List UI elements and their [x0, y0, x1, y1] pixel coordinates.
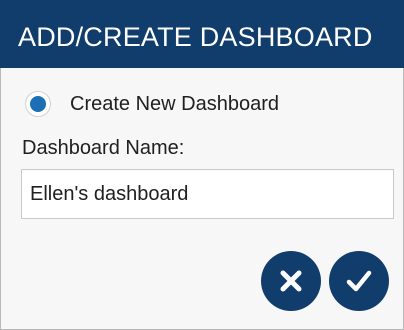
dashboard-name-input[interactable] — [21, 169, 394, 219]
create-new-dashboard-radio[interactable] — [25, 91, 51, 117]
dialog-header: ADD/CREATE DASHBOARD — [0, 0, 404, 68]
cancel-button[interactable] — [261, 251, 321, 311]
check-icon — [346, 270, 372, 292]
create-new-dashboard-label[interactable]: Create New Dashboard — [70, 93, 279, 116]
dialog-title: ADD/CREATE DASHBOARD — [18, 22, 373, 52]
add-create-dashboard-dialog: ADD/CREATE DASHBOARD Create New Dashboar… — [0, 0, 404, 330]
dashboard-name-label: Dashboard Name: — [22, 137, 185, 159]
confirm-button[interactable] — [329, 251, 389, 311]
radio-selected-indicator — [30, 96, 46, 112]
create-new-dashboard-option[interactable]: Create New Dashboard — [25, 89, 279, 119]
close-icon — [280, 270, 302, 292]
